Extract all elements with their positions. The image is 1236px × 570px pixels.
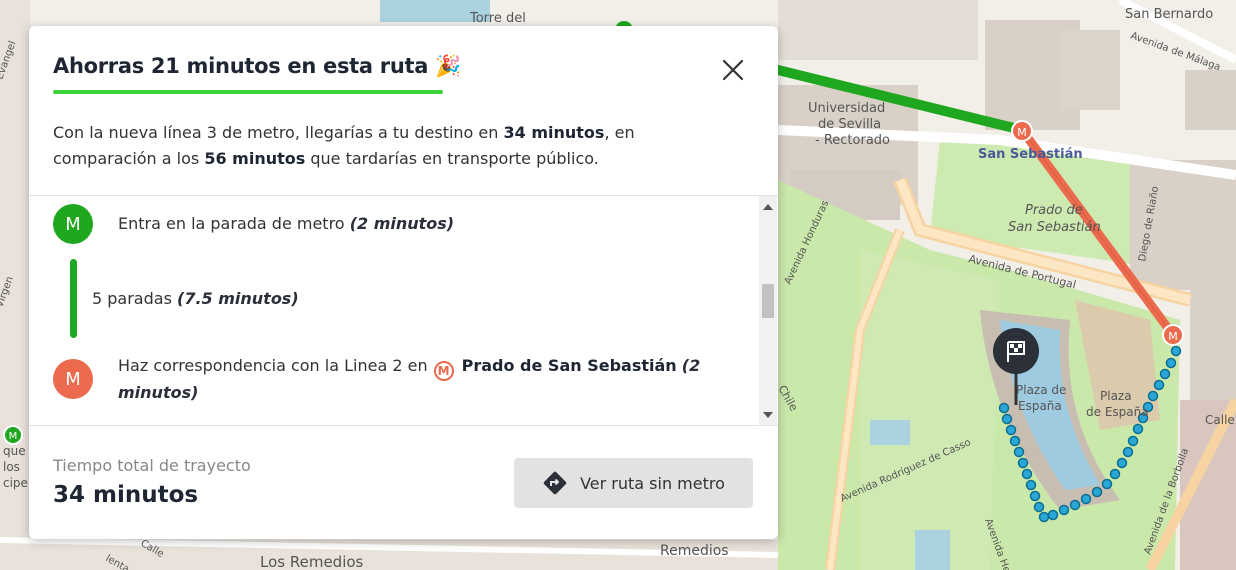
route-savings-panel: Ahorras 21 minutos en esta ruta 🎉 Con la… <box>29 26 778 539</box>
svg-text:San Bernardo: San Bernardo <box>1125 7 1213 22</box>
directions-icon <box>543 471 567 495</box>
svg-text:M: M <box>1017 126 1027 139</box>
scroll-down-arrow[interactable] <box>763 412 773 418</box>
svg-text:Universidad: Universidad <box>808 101 885 116</box>
svg-text:San Sebastián: San Sebastián <box>978 147 1083 162</box>
svg-text:Torre del: Torre del <box>469 11 526 26</box>
svg-text:los: los <box>3 460 20 474</box>
svg-text:Prado de: Prado de <box>1025 203 1083 218</box>
svg-text:de Sevilla: de Sevilla <box>818 117 881 132</box>
svg-text:de España: de España <box>1086 405 1149 419</box>
svg-text:Remedios: Remedios <box>660 543 729 559</box>
svg-text:Plaza de: Plaza de <box>1016 383 1066 397</box>
transfer-station-name: Prado de San Sebastián <box>461 356 677 375</box>
new-duration: 34 minutos <box>503 123 605 142</box>
step-stops: 5 paradas (7.5 minutos) <box>92 289 299 308</box>
svg-text:- Rectorado: - Rectorado <box>815 133 890 148</box>
metro-station-icon: M <box>433 361 454 381</box>
svg-text:Calle L: Calle L <box>1205 413 1236 427</box>
divider-bottom <box>29 425 778 426</box>
total-time-value: 34 minutos <box>53 482 199 508</box>
scroll-thumb[interactable] <box>762 284 774 318</box>
svg-text:cipe: cipe <box>3 476 28 490</box>
old-duration: 56 minutos <box>204 149 306 168</box>
metro-line3-icon: M <box>53 204 93 244</box>
metro-station-marker-san-sebastian[interactable]: M <box>1011 120 1033 142</box>
view-route-without-metro-button[interactable]: Ver ruta sin metro <box>514 458 753 508</box>
svg-text:Los Remedios: Los Remedios <box>260 553 364 570</box>
metro-station-marker-left[interactable]: M <box>3 425 23 445</box>
metro-line2-icon: M <box>53 359 93 399</box>
svg-text:Plaza: Plaza <box>1100 389 1132 403</box>
panel-title: Ahorras 21 minutos en esta ruta 🎉 <box>53 54 461 78</box>
step-transfer: Haz correspondencia con la Linea 2 en M Pr… <box>118 356 701 402</box>
svg-text:San Sebastián: San Sebastián <box>1008 220 1101 235</box>
metro-line-segment <box>70 259 77 338</box>
close-icon <box>722 59 744 81</box>
close-button[interactable] <box>719 56 747 84</box>
view-route-button-label: Ver ruta sin metro <box>580 473 725 493</box>
metro-station-marker-plaza-espana[interactable]: M <box>1162 324 1184 346</box>
intro-text: Con la nueva línea 3 de metro, llegarías… <box>53 123 635 168</box>
svg-text:España: España <box>1018 399 1062 413</box>
party-popper-icon: 🎉 <box>435 54 461 78</box>
steps-scrollbar[interactable] <box>759 196 777 426</box>
step-enter-metro: Entra en la parada de metro (2 minutos) <box>118 214 455 233</box>
title-underline <box>53 90 443 94</box>
svg-text:M: M <box>1168 330 1178 343</box>
route-steps-list[interactable]: M Entra en la parada de metro (2 minutos… <box>29 196 759 426</box>
scroll-up-arrow[interactable] <box>763 204 773 210</box>
total-time-label: Tiempo total de trayecto <box>53 456 251 475</box>
svg-text:que: que <box>3 444 26 458</box>
svg-text:M: M <box>9 431 18 442</box>
